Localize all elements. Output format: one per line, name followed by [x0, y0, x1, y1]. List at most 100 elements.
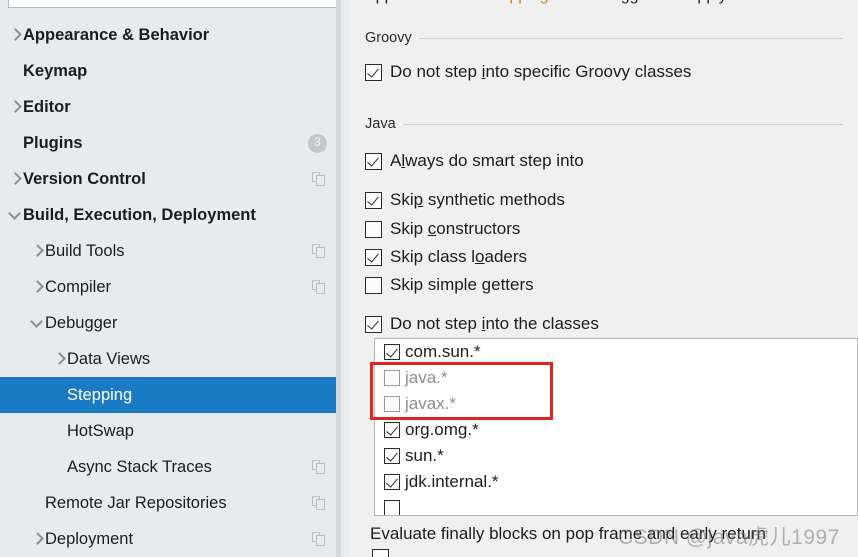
panel-tabbar-clipped: Appearance Stepping Debugger Apply: [349, 0, 858, 12]
class-list-item[interactable]: org.omg.*: [375, 417, 857, 443]
class-list-item[interactable]: sun.*: [375, 443, 857, 469]
checkbox-box[interactable]: [384, 396, 400, 412]
sidebar-item-debugger[interactable]: Debugger: [0, 305, 341, 341]
checkbox-box[interactable]: [384, 422, 400, 438]
tab-appearance[interactable]: Appearance: [365, 0, 451, 5]
plugins-count-badge: 3: [308, 133, 327, 153]
checkbox-box[interactable]: [384, 500, 400, 515]
class-list-item-label: java.*: [405, 368, 448, 387]
section-rule: [402, 123, 843, 125]
checkbox-box[interactable]: [365, 63, 382, 81]
checkbox-box[interactable]: [384, 344, 400, 360]
sidebar-item-label: Stepping: [67, 385, 133, 404]
checkbox-skip-simple-getters[interactable]: Skip simple getters: [365, 275, 534, 295]
chevron-right-icon[interactable]: [8, 17, 23, 53]
chevron-down-icon[interactable]: [30, 305, 45, 341]
sidebar-item-hotswap[interactable]: HotSwap: [0, 413, 341, 449]
sidebar-item-label: Plugins: [23, 133, 83, 152]
chevron-right-icon[interactable]: [8, 161, 23, 197]
settings-dialog: Appearance & Behavior Keymap Editor Plugins…: [0, 0, 858, 557]
checkbox-label: Skip class loaders: [390, 247, 528, 266]
sidebar-item-compiler[interactable]: Compiler: [0, 269, 341, 305]
checkbox-label: Do not step into specific Groovy classes: [390, 62, 692, 81]
copy-settings-icon[interactable]: [312, 171, 327, 187]
sidebar-item-label: Data Views: [67, 349, 151, 368]
sidebar-item-appearance-behavior[interactable]: Appearance & Behavior: [0, 17, 341, 53]
sidebar-item-label: Appearance & Behavior: [23, 25, 210, 44]
section-groovy: Groovy: [365, 30, 843, 46]
copy-settings-icon[interactable]: [312, 531, 327, 547]
class-list-item[interactable]: jdk.internal.*: [375, 469, 857, 495]
sidebar-item-label: Async Stack Traces: [67, 457, 212, 476]
section-rule: [418, 37, 843, 39]
sidebar-item-remote-jar-repositories[interactable]: Remote Jar Repositories: [0, 485, 341, 521]
settings-tree: Appearance & Behavior Keymap Editor Plugins…: [0, 17, 341, 557]
chevron-right-icon[interactable]: [30, 269, 45, 305]
checkbox-always-smart-step-into[interactable]: Always do smart step into: [365, 151, 584, 171]
class-list-item[interactable]: java.*: [375, 365, 857, 391]
sidebar-item-label: Version Control: [23, 169, 146, 188]
section-label: Java: [365, 116, 396, 132]
checkbox-partial-bottom[interactable]: [372, 549, 389, 557]
tab-stepping[interactable]: Stepping: [485, 0, 548, 5]
checkbox-box[interactable]: [365, 220, 382, 238]
settings-sidebar: Appearance & Behavior Keymap Editor Plugins…: [0, 0, 349, 557]
checkbox-box[interactable]: [384, 448, 400, 464]
checkbox-box[interactable]: [384, 370, 400, 386]
checkbox-do-not-step-groovy[interactable]: Do not step into specific Groovy classes: [365, 62, 691, 82]
chevron-down-icon[interactable]: [8, 197, 23, 233]
checkbox-skip-class-loaders[interactable]: Skip class loaders: [365, 247, 527, 267]
sidebar-item-editor[interactable]: Editor: [0, 89, 341, 125]
sidebar-item-keymap[interactable]: Keymap: [0, 53, 341, 89]
sidebar-item-build-execution-deployment[interactable]: Build, Execution, Deployment: [0, 197, 341, 233]
checkbox-box[interactable]: [384, 474, 400, 490]
class-exclusion-list[interactable]: com.sun.* java.* javax.* org.omg.* sun.* jdk.…: [374, 338, 858, 516]
sidebar-item-version-control[interactable]: Version Control: [0, 161, 341, 197]
checkbox-evaluate-finally-blocks[interactable]: Evaluate finally blocks on pop frame and…: [370, 524, 766, 544]
copy-settings-icon[interactable]: [312, 279, 327, 295]
copy-settings-icon[interactable]: [312, 495, 327, 511]
sidebar-item-label: Debugger: [45, 313, 118, 332]
checkbox-do-not-step-into-classes[interactable]: Do not step into the classes: [365, 314, 599, 334]
class-list-item[interactable]: [375, 495, 857, 515]
copy-settings-icon[interactable]: [312, 459, 327, 475]
class-list-item-label: sun.*: [405, 446, 444, 465]
checkbox-box[interactable]: [365, 276, 382, 294]
section-label: Groovy: [365, 30, 412, 46]
chevron-right-icon[interactable]: [30, 233, 45, 269]
checkbox-box[interactable]: [365, 191, 382, 209]
sidebar-item-deployment[interactable]: Deployment: [0, 521, 341, 557]
sidebar-item-data-views[interactable]: Data Views: [0, 341, 341, 377]
sidebar-item-label: Remote Jar Repositories: [45, 493, 227, 512]
panel-tabs: Appearance Stepping Debugger Apply: [365, 0, 727, 5]
sidebar-item-label: Deployment: [45, 529, 134, 548]
sidebar-item-async-stack-traces[interactable]: Async Stack Traces: [0, 449, 341, 485]
checkbox-skip-synthetic-methods[interactable]: Skip synthetic methods: [365, 190, 565, 210]
sidebar-item-label: HotSwap: [67, 421, 134, 440]
search-input[interactable]: [8, 0, 338, 8]
sidebar-item-build-tools[interactable]: Build Tools: [0, 233, 341, 269]
checkbox-box[interactable]: [365, 315, 382, 333]
checkbox-box[interactable]: [365, 248, 382, 266]
class-list-item[interactable]: com.sun.*: [375, 339, 857, 365]
chevron-right-icon[interactable]: [52, 341, 67, 377]
tab-debugger[interactable]: Debugger: [582, 0, 652, 5]
class-list-item-label: com.sun.*: [405, 342, 481, 361]
checkbox-skip-constructors[interactable]: Skip constructors: [365, 219, 520, 239]
section-java: Java: [365, 116, 843, 132]
checkbox-label: Do not step into the classes: [390, 314, 599, 333]
sidebar-item-plugins[interactable]: Plugins 3: [0, 125, 341, 161]
sidebar-item-stepping[interactable]: Stepping: [0, 377, 341, 413]
checkbox-box[interactable]: [365, 152, 382, 170]
tab-apply[interactable]: Apply: [687, 0, 727, 5]
checkbox-label: Skip synthetic methods: [390, 190, 565, 209]
chevron-right-icon[interactable]: [8, 89, 23, 125]
copy-settings-icon[interactable]: [312, 243, 327, 259]
chevron-right-icon[interactable]: [30, 521, 45, 557]
class-list-item[interactable]: javax.*: [375, 391, 857, 417]
